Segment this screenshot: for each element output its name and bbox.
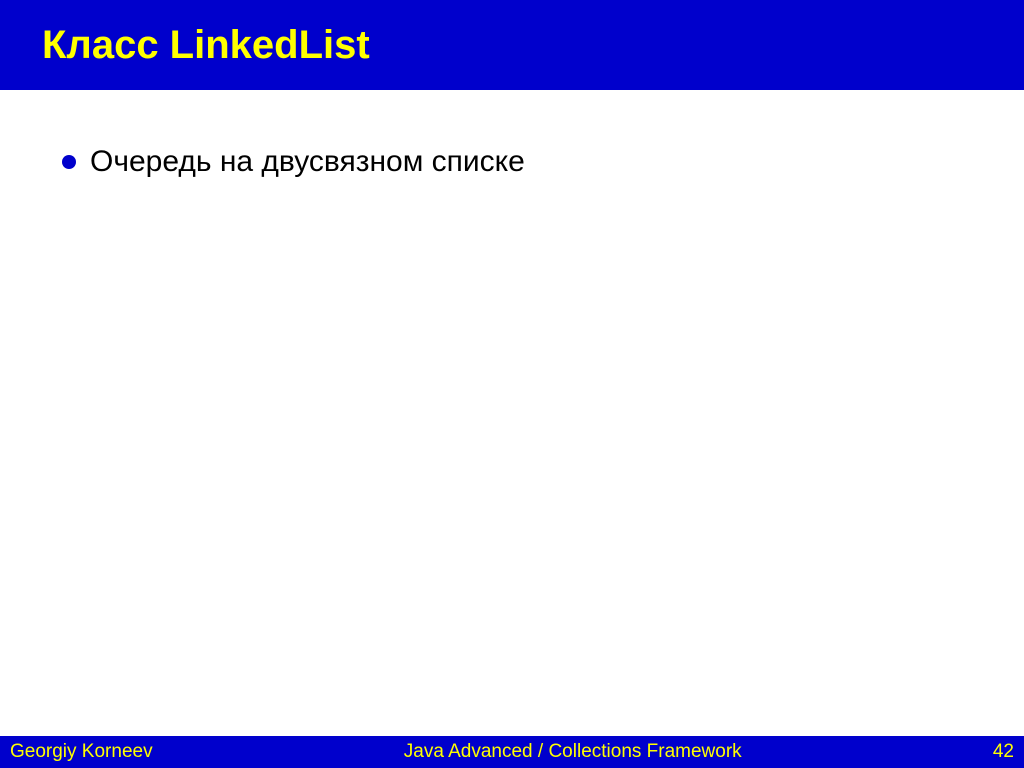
slide-footer: Georgiy Korneev Java Advanced / Collecti… — [0, 736, 1024, 768]
bullet-text: Очередь на двусвязном списке — [90, 145, 525, 179]
slide-title: Класс LinkedList — [42, 23, 370, 68]
footer-author: Georgiy Korneev — [10, 741, 153, 763]
footer-course: Java Advanced / Collections Framework — [153, 741, 993, 763]
footer-page-number: 42 — [993, 741, 1014, 763]
slide-header: Класс LinkedList — [0, 0, 1024, 90]
slide-content: Очередь на двусвязном списке — [0, 90, 1024, 179]
bullet-item: Очередь на двусвязном списке — [62, 145, 984, 179]
bullet-icon — [62, 155, 76, 169]
